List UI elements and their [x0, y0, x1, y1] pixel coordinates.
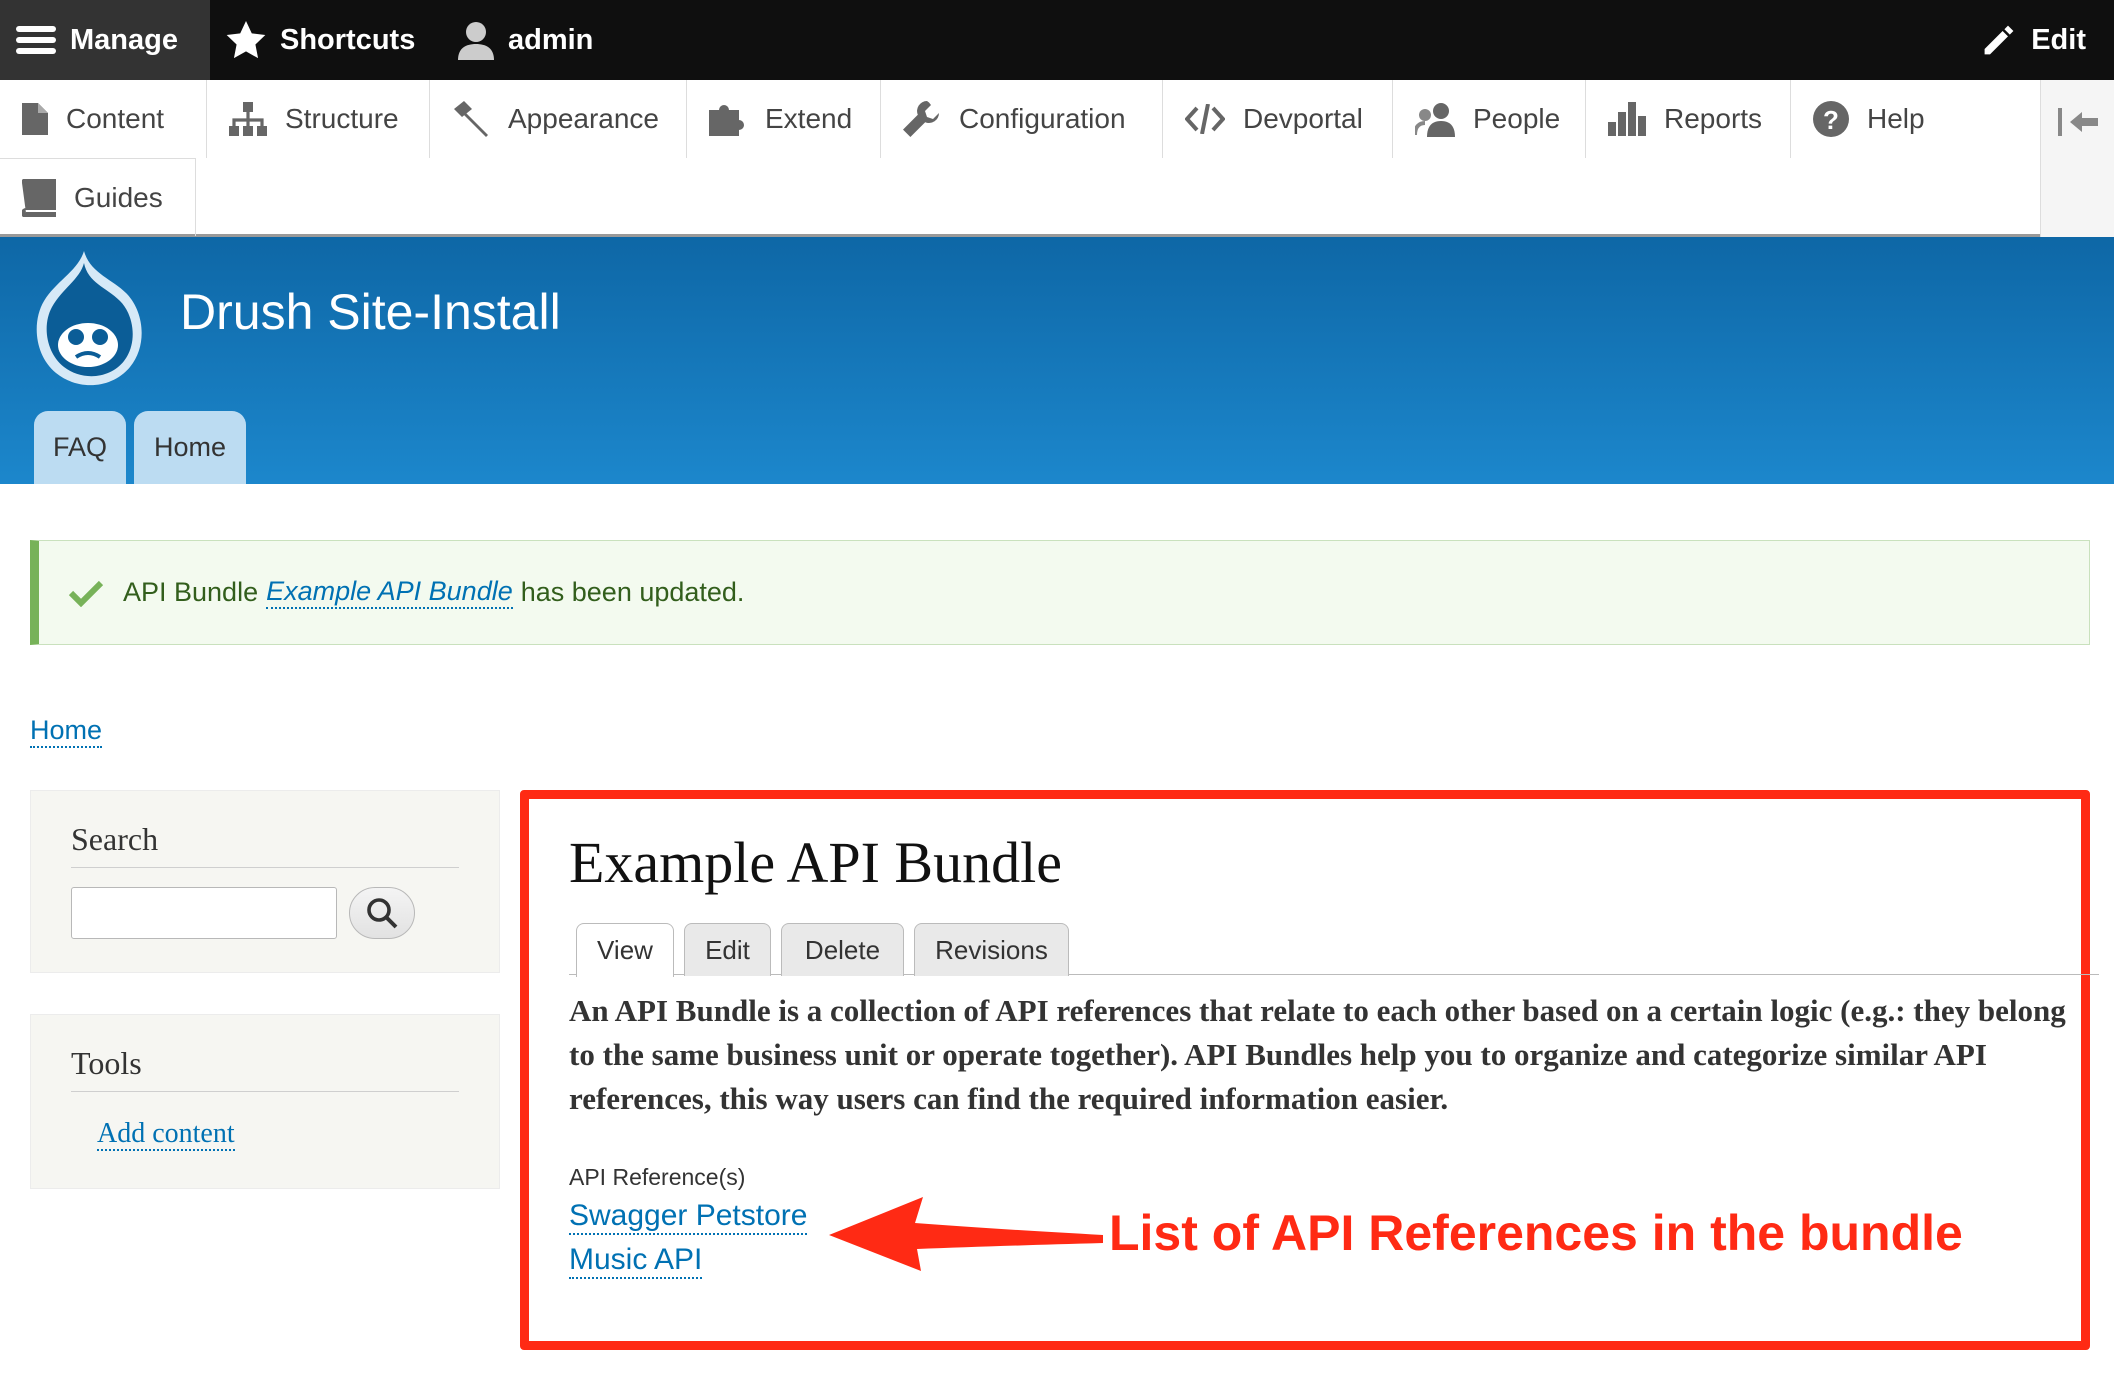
- site-header: Drush Site-Install FAQ Home: [0, 237, 2114, 484]
- main-content: Example API Bundle View Edit Delete Revi…: [520, 790, 2099, 1350]
- manage-label: Manage: [70, 23, 178, 56]
- tools-block: Tools Add content: [30, 1014, 500, 1189]
- tools-block-title: Tools: [71, 1045, 142, 1081]
- status-suffix: has been updated.: [520, 577, 745, 607]
- shortcuts-label: Shortcuts: [280, 23, 416, 56]
- menu-item-devportal[interactable]: Devportal: [1163, 80, 1393, 158]
- tray-orientation-toggle[interactable]: [2040, 80, 2114, 237]
- admin-toolbar: Manage Shortcuts admin Edit: [0, 0, 2114, 80]
- wrench-icon: [903, 101, 939, 137]
- hamburger-icon: [16, 26, 56, 54]
- manage-button[interactable]: Manage: [0, 0, 210, 80]
- menu-item-configuration[interactable]: Configuration: [881, 80, 1163, 158]
- admin-menu-tray: Content Structure Appearance Extend Conf…: [0, 80, 2114, 237]
- book-icon: [22, 178, 56, 217]
- shortcuts-button[interactable]: Shortcuts: [226, 0, 415, 80]
- block-divider: [71, 867, 459, 868]
- status-message: API Bundle Example API Bundle has been u…: [30, 540, 2090, 645]
- local-tabs: View Edit Delete Revisions: [569, 917, 2099, 977]
- menu-item-label: Help: [1867, 103, 1925, 134]
- bar-chart-icon: [1608, 102, 1646, 136]
- menu-item-label: Configuration: [959, 103, 1126, 134]
- tab-view[interactable]: View: [576, 923, 674, 977]
- edit-label: Edit: [2031, 23, 2086, 56]
- menu-item-label: Devportal: [1243, 103, 1363, 134]
- tab-faq[interactable]: FAQ: [34, 411, 126, 484]
- search-block-title: Search: [71, 821, 159, 857]
- annotation-label: List of API References in the bundle: [1109, 1205, 1963, 1261]
- puzzle-icon: [709, 105, 745, 136]
- user-label: admin: [508, 23, 594, 56]
- tab-home[interactable]: Home: [134, 411, 246, 484]
- api-reference-link[interactable]: Music API: [569, 1243, 703, 1279]
- pencil-icon: [1984, 25, 2014, 55]
- block-divider: [71, 1091, 459, 1092]
- menu-item-label: Structure: [285, 103, 399, 134]
- add-content-link[interactable]: Add content: [97, 1119, 235, 1151]
- search-block: Search: [30, 790, 500, 973]
- status-bundle-link[interactable]: Example API Bundle: [266, 576, 513, 609]
- collapse-arrow-icon: [2057, 108, 2098, 136]
- menu-item-reports[interactable]: Reports: [1586, 80, 1791, 158]
- sitemap-icon: [229, 102, 267, 136]
- help-icon: ?: [1813, 101, 1849, 137]
- menu-item-people[interactable]: People: [1393, 80, 1586, 158]
- page-title: Example API Bundle: [569, 830, 1062, 895]
- tab-edit[interactable]: Edit: [684, 923, 771, 976]
- edit-button[interactable]: Edit: [1981, 0, 2086, 80]
- breadcrumb-home-link[interactable]: Home: [30, 714, 103, 748]
- code-icon: [1185, 104, 1225, 134]
- svg-text:?: ?: [1823, 105, 1839, 135]
- menu-item-content[interactable]: Content: [0, 80, 207, 158]
- search-button[interactable]: [349, 887, 415, 939]
- menu-item-appearance[interactable]: Appearance: [430, 80, 687, 158]
- file-icon: [22, 103, 48, 135]
- menu-item-guides[interactable]: Guides: [0, 158, 196, 236]
- paintbrush-icon: [454, 101, 488, 137]
- people-icon: [1415, 103, 1455, 137]
- menu-item-label: Guides: [74, 181, 163, 213]
- menu-item-structure[interactable]: Structure: [207, 80, 430, 158]
- drupal-logo-icon[interactable]: [26, 249, 146, 402]
- bundle-description: An API Bundle is a collection of API ref…: [569, 993, 2066, 1116]
- menu-item-label: Extend: [765, 103, 853, 134]
- status-prefix: API Bundle: [123, 577, 259, 607]
- menu-item-label: Appearance: [508, 103, 660, 134]
- search-input[interactable]: [71, 887, 337, 939]
- checkmark-icon: [69, 580, 103, 607]
- tab-delete[interactable]: Delete: [781, 923, 904, 976]
- menu-item-label: Content: [66, 103, 165, 134]
- menu-item-extend[interactable]: Extend: [687, 80, 881, 158]
- menu-item-label: People: [1473, 103, 1561, 134]
- menu-item-label: Reports: [1664, 103, 1763, 134]
- user-button[interactable]: admin: [458, 0, 593, 80]
- api-reference-link[interactable]: Swagger Petstore: [569, 1199, 808, 1235]
- user-icon: [458, 22, 494, 60]
- search-icon: [367, 898, 398, 929]
- annotation-arrow-icon: [829, 1197, 1103, 1271]
- tab-revisions[interactable]: Revisions: [914, 923, 1069, 976]
- site-name[interactable]: Drush Site-Install: [180, 283, 561, 341]
- menu-item-help[interactable]: ? Help: [1791, 80, 2039, 158]
- star-icon: [226, 21, 266, 59]
- api-references-label: API Reference(s): [569, 1164, 746, 1190]
